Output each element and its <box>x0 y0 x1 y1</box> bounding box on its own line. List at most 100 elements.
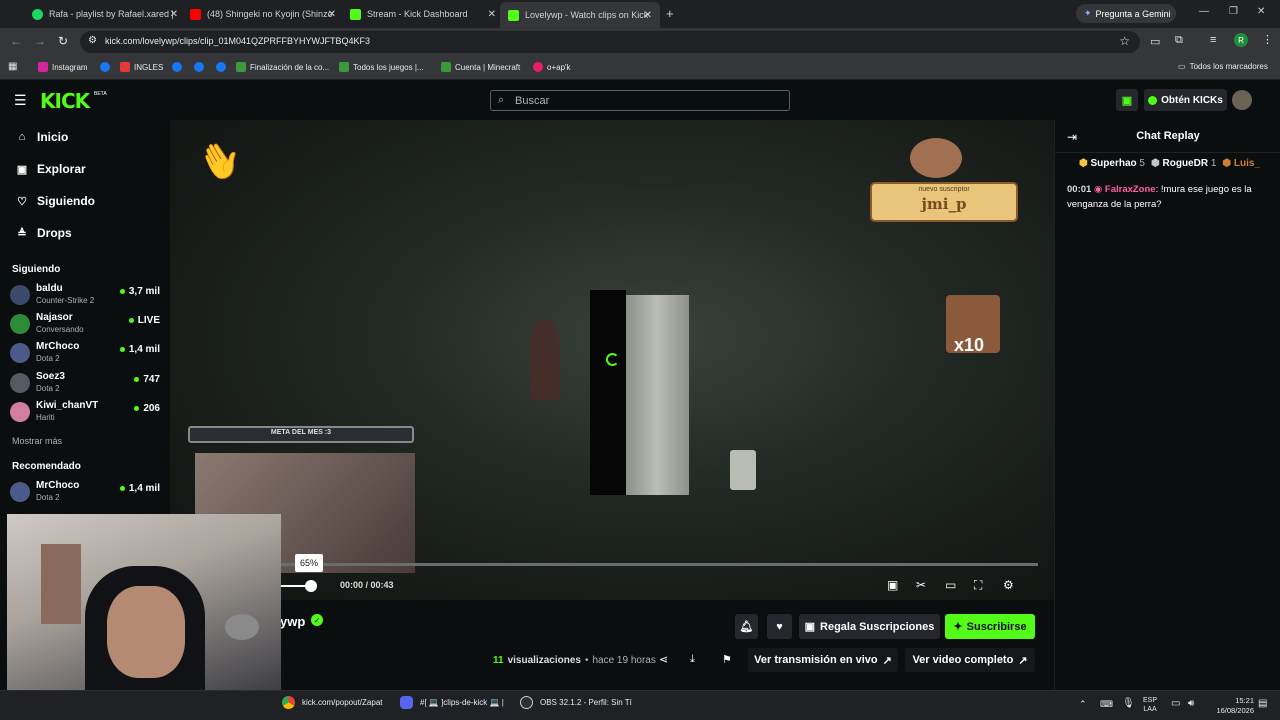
gemini-button[interactable]: ✦ Pregunta a Gemini <box>1076 4 1176 23</box>
browser-menu-icon[interactable]: ⋮ <box>1262 33 1273 46</box>
bookmark-instagram[interactable]: Instagram <box>38 62 88 72</box>
browser-tab[interactable]: Stream - Kick Dashboard ✕ <box>350 4 496 24</box>
apps-grid-icon[interactable]: ▦ <box>8 61 17 72</box>
show-more-link[interactable]: Mostrar más <box>12 436 62 446</box>
bookmark-facebook[interactable] <box>100 62 114 72</box>
folder-icon: ▭ <box>1178 62 1186 71</box>
facebook-icon <box>172 62 182 72</box>
tab-title: Stream - Kick Dashboard <box>367 9 468 19</box>
bookmark-juegos[interactable]: Todos los juegos |... <box>339 62 424 72</box>
avatar <box>10 402 30 422</box>
search-placeholder: Buscar <box>515 95 550 107</box>
new-tab-button[interactable]: + <box>666 6 674 21</box>
close-tab-icon[interactable]: ✕ <box>170 9 178 20</box>
taskbar-app-chrome[interactable]: kick.com/popout/Zapat <box>282 696 382 709</box>
gift-subs-button[interactable]: ▣ Regala Suscripciones <box>799 614 940 639</box>
channel-name[interactable]: ywp <box>280 614 305 629</box>
microphone-icon[interactable]: 🎙︎ <box>1122 698 1135 709</box>
kick-logo[interactable]: KICK <box>40 89 90 113</box>
bookmark-oapk[interactable]: o+ap'k <box>533 62 571 72</box>
video-player[interactable]: ✋ nuevo suscriptor jmi_p x10 META DEL ME… <box>170 120 1054 600</box>
close-tab-icon[interactable]: ✕ <box>328 9 336 20</box>
tray-expand-icon[interactable]: ⌃ <box>1079 699 1087 710</box>
taskbar-app-discord[interactable]: #[ 💻 ]clips-de-kick 💻 | <box>400 696 504 709</box>
kick-rewards-button[interactable]: ▣ <box>1116 89 1138 111</box>
message-user[interactable]: FalraxZone <box>1105 184 1156 195</box>
minimize-icon[interactable]: — <box>1199 6 1209 17</box>
menu-icon[interactable]: ☰ <box>14 92 27 109</box>
theater-mode-icon[interactable]: ▭ <box>945 578 956 592</box>
gifter-item[interactable]: ⬢ RogueDR 1 <box>1151 158 1216 169</box>
bookmark-facebook[interactable] <box>172 62 186 72</box>
profile-avatar[interactable]: R <box>1234 33 1248 47</box>
watch-full-video-button[interactable]: Ver video completo ↗ <box>905 648 1035 672</box>
gifter-item[interactable]: ⬢ Luis_ <box>1222 158 1260 169</box>
clock[interactable]: 15:21 16/08/2026 <box>1206 696 1254 716</box>
browser-tab[interactable]: Rafa - playlist by Rafael.xared | ✕ <box>32 4 178 24</box>
search-input[interactable]: ⌕ Buscar <box>490 90 790 111</box>
gifter-item[interactable]: ⬢ Superhao 5 <box>1079 158 1145 169</box>
volume-icon[interactable]: 🔊︎ <box>1188 698 1194 709</box>
share-icon[interactable]: ⋖ <box>659 653 668 666</box>
bookmark-star-icon[interactable]: ☆ <box>1119 34 1130 48</box>
bookmark-ingles[interactable]: INGLES <box>120 62 163 72</box>
channel-item[interactable]: MrChoco Dota 2 1,4 mil <box>10 480 160 506</box>
extensions-icon[interactable]: ⧉ <box>1175 34 1183 47</box>
gemini-label: Pregunta a Gemini <box>1095 8 1171 19</box>
bookmark-facebook[interactable] <box>216 62 230 72</box>
screen-cast-icon[interactable]: ▭ <box>1150 35 1160 48</box>
mini-player-icon[interactable]: ▣ <box>887 578 898 592</box>
bookmark-facebook[interactable] <box>194 62 208 72</box>
language-indicator[interactable]: ESP LAA <box>1143 696 1157 714</box>
all-bookmarks[interactable]: ▭ Todos los marcadores <box>1178 62 1268 71</box>
notification-icon[interactable]: ▤ <box>1258 698 1267 709</box>
user-avatar[interactable] <box>1232 90 1252 110</box>
subscribe-button[interactable]: ✦ Suscribirse <box>945 614 1035 639</box>
multiplier-text: x10 <box>954 335 985 355</box>
clip-icon[interactable]: ✂ <box>916 578 926 592</box>
browser-tab[interactable]: (48) Shingeki no Kyojin (Shinzo ✕ <box>190 4 336 24</box>
channel-item[interactable]: Kiwi_chanVT Hariti 206 <box>10 400 160 426</box>
instagram-icon <box>38 62 48 72</box>
back-icon[interactable]: ← <box>10 34 22 48</box>
time-display: 00:00 / 00:43 <box>340 580 394 590</box>
follow-button[interactable]: ♥ <box>767 614 792 639</box>
nav-inicio[interactable]: ⌂ Inicio <box>16 130 69 144</box>
keyboard-icon[interactable]: ⌨ <box>1100 699 1113 710</box>
reading-list-icon[interactable]: ≡ <box>1210 34 1216 46</box>
nav-drops[interactable]: ≜ Drops <box>16 226 71 240</box>
reload-icon[interactable]: ↻ <box>58 34 68 48</box>
get-kicks-button[interactable]: Obtén KICKs <box>1144 89 1227 111</box>
channel-item[interactable]: baldu Counter-Strike 2 3,7 mil <box>10 283 160 309</box>
browser-tab-active[interactable]: Lovelywp - Watch clips on Kick ✕ <box>500 2 660 28</box>
omnibox[interactable]: ⚙ kick.com/lovelywp/clips/clip_01M041QZP… <box>80 31 1140 53</box>
channel-item[interactable]: Soez3 Dota 2 747 <box>10 371 160 397</box>
bookmark-finalizacion[interactable]: Finalización de la co... <box>236 62 329 72</box>
forward-icon[interactable]: → <box>34 34 46 48</box>
bookmark-minecraft[interactable]: Cuenta | Minecraft <box>441 62 520 72</box>
fullscreen-icon[interactable]: ⛶ <box>974 578 982 593</box>
settings-icon[interactable]: ⚙ <box>1003 578 1014 592</box>
network-icon[interactable]: ▭ <box>1171 698 1180 709</box>
kick-icon <box>508 9 519 21</box>
channel-item[interactable]: MrChoco Dota 2 1,4 mil <box>10 341 160 367</box>
chat-replay-panel: ⇥ Chat Replay ⬢ Superhao 5 ⬢ RogueDR 1 ⬢… <box>1054 120 1280 695</box>
recommended-section-title: Recomendado <box>12 461 81 472</box>
channel-item[interactable]: Najasor Conversando LIVE <box>10 312 160 338</box>
progress-track[interactable] <box>280 563 1038 566</box>
site-info-icon[interactable]: ⚙ <box>88 35 97 46</box>
notifications-button[interactable]: 🔔︎ <box>735 614 758 639</box>
taskbar-app-obs[interactable]: OBS 32.1.2 - Perfil: Sin Tí <box>520 696 632 709</box>
kicks-coin-icon <box>1148 95 1158 105</box>
report-icon[interactable]: ⚑ <box>722 653 732 666</box>
close-tab-icon[interactable]: ✕ <box>644 10 652 21</box>
nav-siguiendo[interactable]: ♡ Siguiendo <box>16 194 95 208</box>
watch-live-button[interactable]: Ver transmisión en vivo ↗ <box>748 648 898 672</box>
maximize-icon[interactable]: ❐ <box>1229 6 1238 17</box>
close-window-icon[interactable]: ✕ <box>1257 6 1265 17</box>
close-tab-icon[interactable]: ✕ <box>488 9 496 20</box>
download-icon[interactable]: ⤓ <box>690 653 695 666</box>
volume-handle[interactable] <box>305 580 317 592</box>
nav-explorar[interactable]: ▣ Explorar <box>16 162 86 176</box>
browser-tab-bar: Rafa - playlist by Rafael.xared | ✕ (48)… <box>0 0 1280 28</box>
